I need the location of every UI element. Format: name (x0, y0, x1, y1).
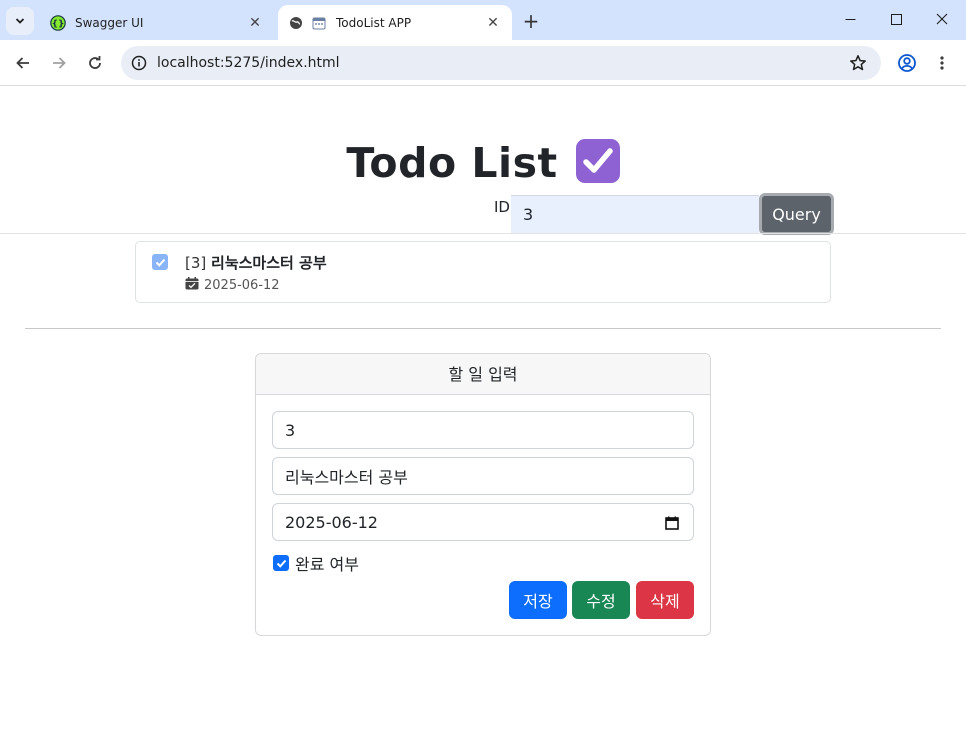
done-row: 완료 여부 (273, 551, 359, 575)
tab-swagger[interactable]: {} Swagger UI ✕ (40, 5, 274, 40)
url-text: localhost:5275/index.html (157, 55, 340, 71)
menu-button[interactable] (928, 49, 956, 77)
save-button[interactable]: 저장 (509, 581, 567, 619)
reload-button[interactable] (81, 49, 109, 77)
close-icon[interactable]: ✕ (484, 14, 502, 32)
more-vert-icon (940, 56, 944, 70)
query-row: ID Query (0, 193, 966, 235)
form-header: 할 일 입력 (256, 354, 710, 395)
id-field-value: 3 (285, 420, 296, 440)
todo-result-card: [3] 리눅스마스터 공부 2025-06-12 (135, 241, 831, 303)
minimize-icon (845, 18, 855, 20)
browser-tabstrip: {} Swagger UI ✕ TodoList APP ✕ + (0, 0, 966, 40)
account-circle-icon (898, 54, 916, 72)
todo-name: 리눅스마스터 공부 (211, 254, 327, 272)
todo-date: 2025-06-12 (204, 278, 280, 293)
close-icon (936, 13, 948, 25)
check-icon (276, 559, 286, 568)
id-label: ID (494, 198, 510, 216)
query-button[interactable]: Query (759, 193, 834, 235)
name-field[interactable]: 리눅스마스터 공부 (272, 457, 694, 495)
page-title: Todo List (0, 137, 966, 189)
close-icon[interactable]: ✕ (246, 14, 264, 32)
page-content: Todo List ID Query [3] 리눅스마스터 공부 2025-06… (0, 87, 966, 742)
done-label: 완료 여부 (295, 555, 359, 574)
todo-form-card: 할 일 입력 3 리눅스마스터 공부 2025-06-12 완료 여부 저장 수… (255, 353, 711, 636)
reload-icon (89, 56, 101, 69)
divider (25, 328, 941, 329)
chevron-down-icon (15, 18, 25, 24)
globe-icon (288, 15, 304, 31)
check-icon (155, 258, 165, 267)
completed-checkbox[interactable] (152, 254, 168, 270)
check-box-emoji-icon (575, 139, 620, 183)
page-title-text: Todo List (346, 139, 558, 187)
tab-search-button[interactable] (6, 7, 34, 35)
browser-toolbar: localhost:5275/index.html (0, 40, 966, 86)
tab-todolist[interactable]: TodoList APP ✕ (278, 5, 512, 40)
name-field-value: 리눅스마스터 공부 (285, 468, 408, 487)
svg-text:{}: {} (52, 19, 65, 29)
done-checkbox[interactable] (273, 555, 289, 571)
back-button[interactable] (9, 49, 37, 77)
maximize-button[interactable] (874, 0, 918, 38)
tab-title: Swagger UI (75, 15, 144, 30)
calendar-favicon-icon (311, 15, 327, 31)
id-query-input[interactable] (511, 195, 759, 233)
calendar-picker-icon[interactable] (665, 515, 679, 534)
swagger-icon: {} (50, 14, 66, 31)
edit-button[interactable]: 수정 (572, 581, 630, 619)
maximize-icon (890, 13, 902, 25)
date-field-value: 2025-06-12 (285, 512, 378, 532)
arrow-left-icon (16, 57, 29, 69)
todo-date-row: 2025-06-12 (185, 277, 280, 294)
bookmark-star-icon[interactable] (849, 54, 867, 76)
date-field[interactable]: 2025-06-12 (272, 503, 694, 541)
id-field[interactable]: 3 (272, 411, 694, 449)
address-bar[interactable]: localhost:5275/index.html (121, 46, 881, 80)
row-divider (0, 233, 966, 234)
delete-button[interactable]: 삭제 (636, 581, 694, 619)
arrow-right-icon (53, 57, 66, 69)
window-close-button[interactable] (920, 0, 964, 38)
new-tab-button[interactable]: + (518, 8, 544, 34)
calendar-check-icon (185, 277, 199, 294)
todo-id: [3] (185, 254, 207, 272)
info-icon[interactable] (121, 46, 157, 80)
todo-title-line: [3] 리눅스마스터 공부 (185, 252, 327, 273)
forward-button[interactable] (45, 49, 73, 77)
tab-title: TodoList APP (336, 15, 412, 30)
minimize-button[interactable] (828, 0, 872, 38)
profile-button[interactable] (893, 49, 921, 77)
